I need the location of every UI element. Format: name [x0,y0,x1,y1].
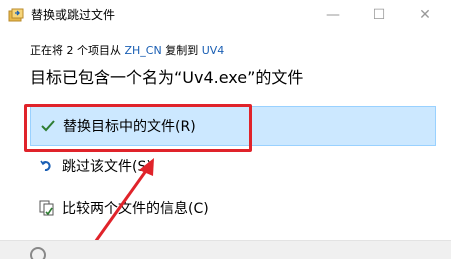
compare-files-option[interactable]: 比较两个文件的信息(C) [30,188,436,228]
minimize-icon: — [326,7,340,23]
minimize-button[interactable]: — [310,0,356,30]
skip-file-label: 跳过该文件(S) [62,159,152,175]
skip-file-option[interactable]: 跳过该文件(S) [30,146,436,186]
expand-details-icon[interactable] [30,247,46,259]
conflict-headline: 目标已包含一个名为“Uv4.exe”的文件 [30,68,304,87]
dest-folder-link[interactable]: UV4 [202,44,225,57]
check-icon [37,120,59,132]
close-button[interactable]: ✕ [402,0,448,30]
maximize-icon: ☐ [372,7,386,23]
replace-file-option[interactable]: 替换目标中的文件(R) [30,106,436,146]
window-title: 替换或跳过文件 [31,8,116,22]
compare-icon [36,200,58,216]
compare-files-label: 比较两个文件的信息(C) [62,201,209,217]
maximize-button[interactable]: ☐ [356,0,402,30]
title-bar: 替换或跳过文件 — ☐ ✕ [0,0,451,30]
more-details-footer [0,240,451,259]
source-folder-link[interactable]: ZH_CN [125,44,162,57]
skip-icon [36,159,58,173]
status-prefix: 正在将 2 个项目从 [30,44,125,57]
status-middle: 复制到 [161,44,202,57]
close-icon: ✕ [419,7,431,23]
copy-status-text: 正在将 2 个项目从 ZH_CN 复制到 UV4 [30,42,224,58]
replace-file-label: 替换目标中的文件(R) [63,119,196,135]
folder-copy-icon [8,8,24,22]
